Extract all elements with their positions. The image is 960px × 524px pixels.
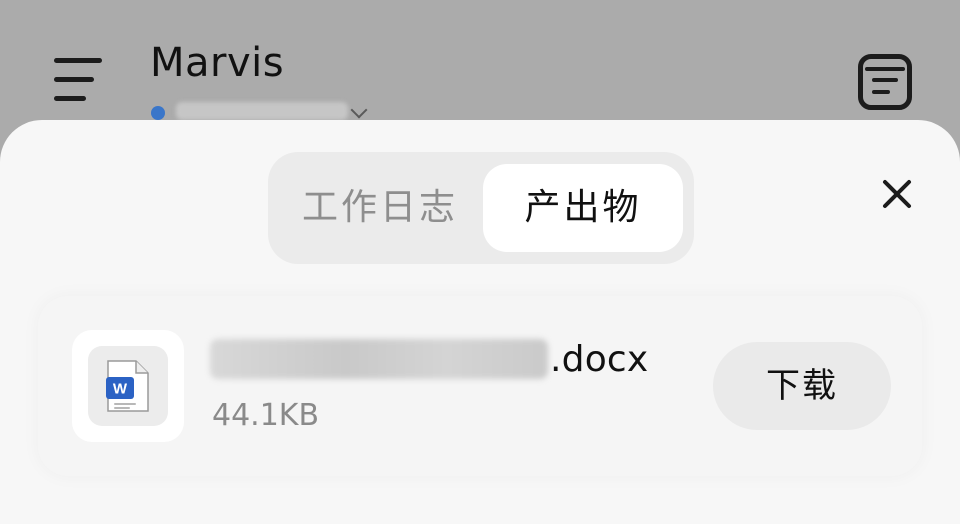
word-icon-letter: W	[113, 381, 128, 398]
file-name-redacted	[210, 339, 548, 379]
close-icon[interactable]	[875, 172, 919, 216]
app-header: Marvis	[0, 0, 960, 130]
hamburger-menu-icon[interactable]	[50, 58, 106, 102]
chevron-down-icon[interactable]	[350, 101, 368, 119]
account-selector-redacted[interactable]	[176, 102, 348, 120]
file-name: .docx	[210, 334, 648, 384]
app-title: Marvis	[150, 40, 285, 86]
download-button[interactable]: 下载	[713, 342, 891, 430]
bottom-sheet: 工作日志 产出物 W .docx 44.1KB 下载	[0, 120, 960, 524]
word-document-icon: W	[106, 360, 149, 412]
file-extension: .docx	[550, 338, 649, 380]
status-dot	[151, 106, 165, 120]
tab-outputs[interactable]: 产出物	[483, 164, 683, 252]
file-thumbnail: W	[72, 330, 184, 442]
notes-icon[interactable]	[858, 54, 912, 110]
tab-switcher: 工作日志 产出物	[268, 152, 694, 264]
tab-work-log[interactable]: 工作日志	[282, 164, 478, 252]
file-card[interactable]: W .docx 44.1KB 下载	[38, 296, 922, 476]
file-size: 44.1KB	[212, 398, 320, 433]
